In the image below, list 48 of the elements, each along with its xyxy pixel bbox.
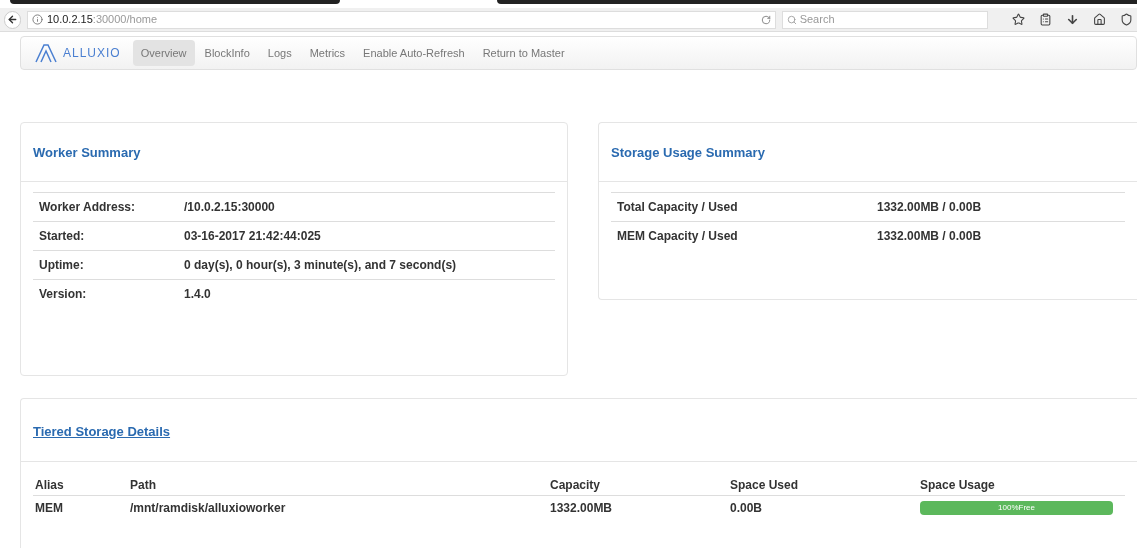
nav-tab[interactable]: Return to Master <box>474 40 573 66</box>
nav-tab[interactable]: Enable Auto-Refresh <box>355 40 473 66</box>
search-icon <box>786 14 797 25</box>
column-header: Path <box>130 476 157 494</box>
brand-name[interactable]: ALLUXIO <box>63 44 121 62</box>
row-value: 1332.00MB / 0.00B <box>877 198 982 216</box>
clipboard-icon[interactable] <box>1039 13 1052 26</box>
table-cell-text: 1332.00MB <box>550 500 614 517</box>
row-label: MEM Capacity / Used <box>617 227 739 245</box>
search-placeholder: Search <box>799 12 835 28</box>
row-label: Worker Address: <box>39 198 137 216</box>
column-header: Space Usage <box>920 476 996 494</box>
info-icon <box>31 14 43 25</box>
column-header: Capacity <box>550 476 602 494</box>
panel-title: Worker Summary <box>21 123 567 182</box>
table-cell-text: /mnt/ramdisk/alluxioworker <box>130 500 287 517</box>
table-cell-text: MEM <box>35 500 64 517</box>
panel-title: Storage Usage Summary <box>599 123 1137 182</box>
row-value: 0 day(s), 0 hour(s), 3 minute(s), and 7 second(s) <box>184 256 457 274</box>
url-host: 10.0.2.15 <box>46 12 93 28</box>
row-label: Uptime: <box>39 256 85 274</box>
table-cell-text: 0.00B <box>730 500 764 517</box>
logo-icon <box>35 43 57 63</box>
address-bar[interactable]: 10.0.2.15:30000/home <box>26 10 776 29</box>
download-icon[interactable] <box>1066 13 1079 26</box>
search-field[interactable]: Search <box>781 10 988 29</box>
bookmark-icon[interactable] <box>1012 13 1025 26</box>
row-value: /10.0.2.15:30000 <box>184 198 275 216</box>
row-label: Version: <box>39 285 88 303</box>
row-value: 03-16-2017 21:42:44:025 <box>184 227 321 245</box>
nav-tab[interactable]: BlockInfo <box>196 40 258 66</box>
row-label: Started: <box>39 227 86 245</box>
usage-text: 100%Free <box>998 502 1035 514</box>
back-button[interactable] <box>4 10 21 29</box>
row-label: Total Capacity / Used <box>617 198 739 216</box>
nav-tab[interactable]: Metrics <box>301 40 354 66</box>
column-header: Space Used <box>730 476 800 494</box>
nav-tab[interactable]: Logs <box>259 40 300 66</box>
panel-title-link[interactable]: Tiered Storage Details <box>33 424 171 439</box>
row-value: 1332.00MB / 0.00B <box>877 227 982 245</box>
column-header: Alias <box>35 476 65 494</box>
shield-icon[interactable] <box>1120 13 1133 26</box>
url-path: :30000/home <box>92 12 158 28</box>
row-value: 1.4.0 <box>184 285 211 303</box>
home-icon[interactable] <box>1093 13 1106 26</box>
back-arrow-icon <box>6 14 18 25</box>
reload-icon[interactable] <box>760 14 771 25</box>
nav-tab[interactable]: Overview <box>132 40 195 66</box>
